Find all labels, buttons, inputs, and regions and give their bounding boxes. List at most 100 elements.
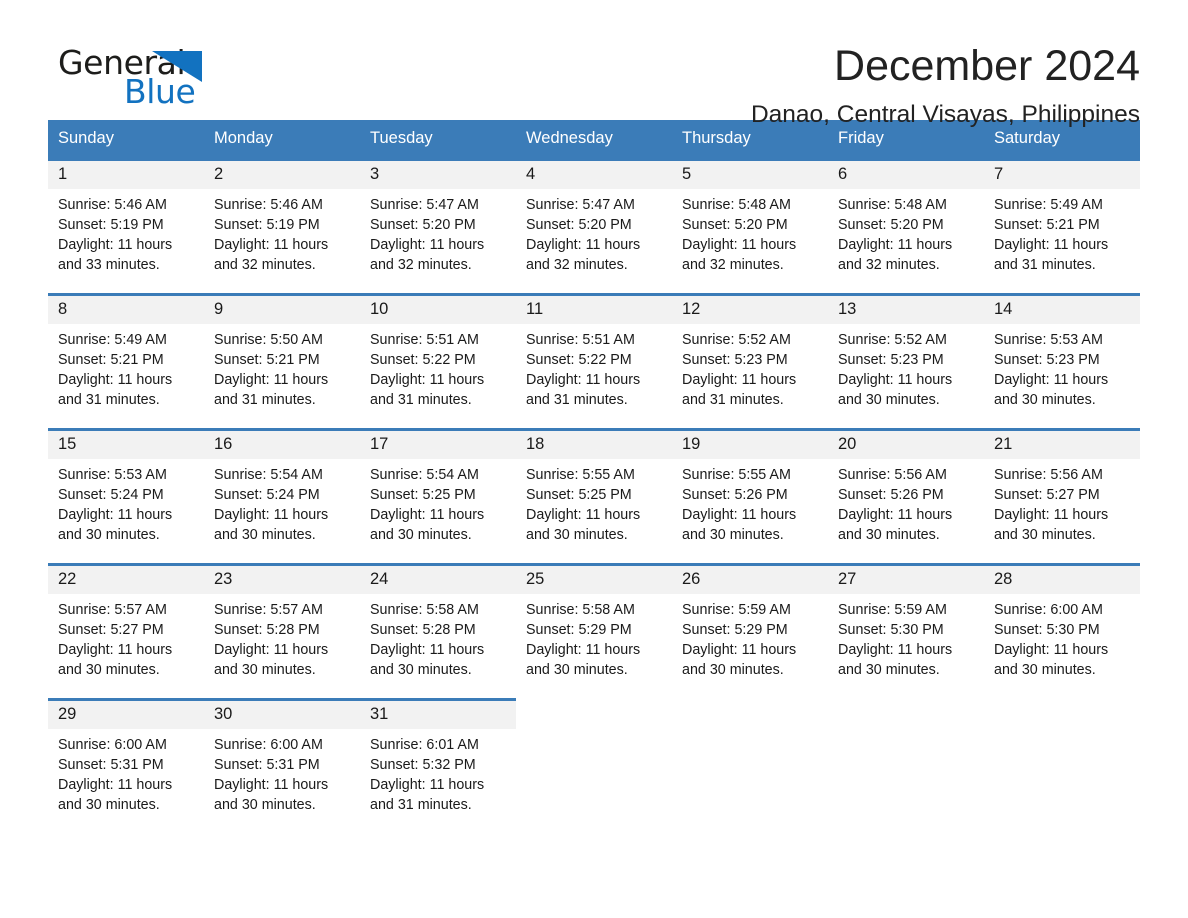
sunrise-text: Sunrise: 5:48 AM	[838, 197, 947, 213]
sunset-text: Sunset: 5:21 PM	[994, 216, 1100, 233]
sunset-text: Sunset: 5:22 PM	[526, 351, 632, 368]
calendar-day-cell[interactable]: 14 Sunrise: 5:53 AM Sunset: 5:23 PM Dayligh…	[984, 293, 1140, 430]
day-details: Sunrise: 5:48 AM Sunset: 5:20 PM Daylight:…	[672, 189, 828, 276]
day-number: 12	[672, 296, 828, 324]
sunrise-text: Sunrise: 5:47 AM	[526, 197, 635, 213]
calendar-day-cell[interactable]: 19 Sunrise: 5:55 AM Sunset: 5:26 PM Dayligh…	[672, 428, 828, 565]
day-details: Sunrise: 5:49 AM Sunset: 5:21 PM Daylight:…	[984, 189, 1140, 276]
calendar-week-row: 29 Sunrise: 6:00 AM Sunset: 5:31 PM Dayligh…	[48, 698, 1140, 835]
calendar-day-cell[interactable]: 1 Sunrise: 5:46 AM Sunset: 5:19 PM Daylight…	[48, 158, 204, 295]
day-number: 3	[360, 161, 516, 189]
daylight-text: Daylight: 11 hours and 31 minutes.	[526, 371, 641, 408]
day-number: 25	[516, 566, 672, 594]
day-number: 29	[48, 701, 204, 729]
calendar-day-cell[interactable]: 22 Sunrise: 5:57 AM Sunset: 5:27 PM Dayligh…	[48, 563, 204, 700]
page-subtitle: Danao, Central Visayas, Philippines	[750, 101, 1140, 129]
sunset-text: Sunset: 5:20 PM	[370, 216, 476, 233]
day-number: 27	[828, 566, 984, 594]
sunrise-sunset-calendar: Sunday Monday Tuesday Wednesday Thursday…	[48, 120, 1140, 835]
sunset-text: Sunset: 5:26 PM	[682, 486, 788, 503]
calendar-day-cell[interactable]: 25 Sunrise: 5:58 AM Sunset: 5:29 PM Dayligh…	[516, 563, 672, 700]
daylight-text: Daylight: 11 hours and 32 minutes.	[370, 236, 485, 273]
sunrise-text: Sunrise: 5:57 AM	[58, 602, 167, 618]
sunset-text: Sunset: 5:20 PM	[682, 216, 788, 233]
day-details: Sunrise: 5:51 AM Sunset: 5:22 PM Daylight:…	[516, 324, 672, 411]
sunrise-text: Sunrise: 6:00 AM	[214, 737, 323, 753]
calendar-day-cell[interactable]: 3 Sunrise: 5:47 AM Sunset: 5:20 PM Daylight…	[360, 158, 516, 295]
day-details: Sunrise: 5:49 AM Sunset: 5:21 PM Daylight:…	[48, 324, 204, 411]
calendar-day-cell[interactable]: 5 Sunrise: 5:48 AM Sunset: 5:20 PM Daylight…	[672, 158, 828, 295]
daylight-text: Daylight: 11 hours and 30 minutes.	[526, 641, 641, 678]
daylight-text: Daylight: 11 hours and 31 minutes.	[58, 371, 173, 408]
calendar-day-cell[interactable]: 6 Sunrise: 5:48 AM Sunset: 5:20 PM Daylight…	[828, 158, 984, 295]
sunrise-text: Sunrise: 5:59 AM	[682, 602, 791, 618]
day-number: 21	[984, 431, 1140, 459]
day-details: Sunrise: 5:51 AM Sunset: 5:22 PM Daylight:…	[360, 324, 516, 411]
daylight-text: Daylight: 11 hours and 30 minutes.	[370, 641, 485, 678]
calendar-day-cell[interactable]: 23 Sunrise: 5:57 AM Sunset: 5:28 PM Dayligh…	[204, 563, 360, 700]
calendar-day-cell[interactable]: 17 Sunrise: 5:54 AM Sunset: 5:25 PM Dayligh…	[360, 428, 516, 565]
sunrise-text: Sunrise: 5:57 AM	[214, 602, 323, 618]
calendar-day-cell-empty	[828, 698, 984, 835]
calendar-day-cell[interactable]: 11 Sunrise: 5:51 AM Sunset: 5:22 PM Dayligh…	[516, 293, 672, 430]
calendar-day-cell[interactable]: 2 Sunrise: 5:46 AM Sunset: 5:19 PM Daylight…	[204, 158, 360, 295]
daylight-text: Daylight: 11 hours and 30 minutes.	[526, 506, 641, 543]
calendar-day-cell[interactable]: 13 Sunrise: 5:52 AM Sunset: 5:23 PM Dayligh…	[828, 293, 984, 430]
sunrise-text: Sunrise: 6:00 AM	[994, 602, 1103, 618]
day-number: 4	[516, 161, 672, 189]
sunset-text: Sunset: 5:23 PM	[838, 351, 944, 368]
calendar-day-cell[interactable]: 31 Sunrise: 6:01 AM Sunset: 5:32 PM Dayligh…	[360, 698, 516, 835]
calendar-day-cell[interactable]: 10 Sunrise: 5:51 AM Sunset: 5:22 PM Dayligh…	[360, 293, 516, 430]
calendar-day-cell[interactable]: 20 Sunrise: 5:56 AM Sunset: 5:26 PM Dayligh…	[828, 428, 984, 565]
calendar-day-cell[interactable]: 18 Sunrise: 5:55 AM Sunset: 5:25 PM Dayligh…	[516, 428, 672, 565]
sunset-text: Sunset: 5:29 PM	[682, 621, 788, 638]
sunset-text: Sunset: 5:21 PM	[214, 351, 320, 368]
sunrise-text: Sunrise: 5:58 AM	[370, 602, 479, 618]
sunset-text: Sunset: 5:31 PM	[58, 756, 164, 773]
calendar-week-row: 8 Sunrise: 5:49 AM Sunset: 5:21 PM Daylight…	[48, 293, 1140, 430]
calendar-day-cell[interactable]: 15 Sunrise: 5:53 AM Sunset: 5:24 PM Dayligh…	[48, 428, 204, 565]
title-block: December 2024 Danao, Central Visayas, Ph…	[248, 42, 1140, 129]
sunset-text: Sunset: 5:26 PM	[838, 486, 944, 503]
calendar-day-cell[interactable]: 24 Sunrise: 5:58 AM Sunset: 5:28 PM Dayligh…	[360, 563, 516, 700]
calendar-day-cell[interactable]: 9 Sunrise: 5:50 AM Sunset: 5:21 PM Daylight…	[204, 293, 360, 430]
sunrise-text: Sunrise: 5:55 AM	[526, 467, 635, 483]
calendar-day-cell[interactable]: 30 Sunrise: 6:00 AM Sunset: 5:31 PM Dayligh…	[204, 698, 360, 835]
daylight-text: Daylight: 11 hours and 31 minutes.	[994, 236, 1109, 273]
day-number: 17	[360, 431, 516, 459]
sunrise-text: Sunrise: 5:51 AM	[370, 332, 479, 348]
calendar-day-cell[interactable]: 4 Sunrise: 5:47 AM Sunset: 5:20 PM Daylight…	[516, 158, 672, 295]
calendar-day-cell[interactable]: 12 Sunrise: 5:52 AM Sunset: 5:23 PM Dayligh…	[672, 293, 828, 430]
day-number: 6	[828, 161, 984, 189]
day-details: Sunrise: 5:57 AM Sunset: 5:28 PM Daylight:…	[204, 594, 360, 681]
sunrise-text: Sunrise: 5:52 AM	[838, 332, 947, 348]
calendar-day-cell[interactable]: 21 Sunrise: 5:56 AM Sunset: 5:27 PM Dayligh…	[984, 428, 1140, 565]
day-number	[828, 701, 984, 729]
day-number: 9	[204, 296, 360, 324]
day-number	[672, 701, 828, 729]
sunrise-text: Sunrise: 5:51 AM	[526, 332, 635, 348]
sunrise-text: Sunrise: 5:54 AM	[370, 467, 479, 483]
sunset-text: Sunset: 5:19 PM	[58, 216, 164, 233]
sunrise-text: Sunrise: 5:56 AM	[838, 467, 947, 483]
day-number: 14	[984, 296, 1140, 324]
sunset-text: Sunset: 5:20 PM	[838, 216, 944, 233]
sunrise-text: Sunrise: 5:54 AM	[214, 467, 323, 483]
calendar-day-cell[interactable]: 28 Sunrise: 6:00 AM Sunset: 5:30 PM Dayligh…	[984, 563, 1140, 700]
calendar-day-cell[interactable]: 29 Sunrise: 6:00 AM Sunset: 5:31 PM Dayligh…	[48, 698, 204, 835]
calendar-day-cell[interactable]: 16 Sunrise: 5:54 AM Sunset: 5:24 PM Dayligh…	[204, 428, 360, 565]
daylight-text: Daylight: 11 hours and 30 minutes.	[214, 776, 329, 813]
day-number: 30	[204, 701, 360, 729]
page-title: December 2024	[834, 42, 1140, 90]
calendar-day-cell[interactable]: 8 Sunrise: 5:49 AM Sunset: 5:21 PM Daylight…	[48, 293, 204, 430]
logo-text-blue: Blue	[124, 72, 196, 111]
calendar-day-cell[interactable]: 7 Sunrise: 5:49 AM Sunset: 5:21 PM Daylight…	[984, 158, 1140, 295]
day-details: Sunrise: 5:56 AM Sunset: 5:27 PM Daylight:…	[984, 459, 1140, 546]
day-number: 23	[204, 566, 360, 594]
day-number: 2	[204, 161, 360, 189]
daylight-text: Daylight: 11 hours and 30 minutes.	[838, 506, 953, 543]
calendar-day-cell[interactable]: 27 Sunrise: 5:59 AM Sunset: 5:30 PM Dayligh…	[828, 563, 984, 700]
calendar-day-cell[interactable]: 26 Sunrise: 5:59 AM Sunset: 5:29 PM Dayligh…	[672, 563, 828, 700]
calendar-week-row: 1 Sunrise: 5:46 AM Sunset: 5:19 PM Daylight…	[48, 158, 1140, 295]
day-details: Sunrise: 5:58 AM Sunset: 5:28 PM Daylight:…	[360, 594, 516, 681]
